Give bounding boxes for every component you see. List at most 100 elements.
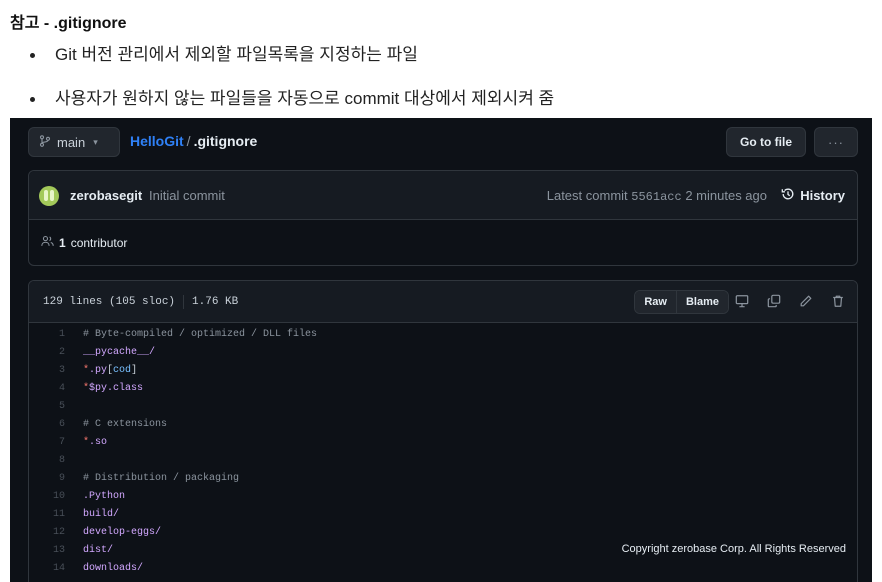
- code-line: 14 downloads/: [29, 560, 857, 578]
- commit-author[interactable]: zerobasegit: [70, 188, 142, 203]
- file-info: 129 lines (105 sloc) 1.76 KB: [43, 295, 238, 309]
- code-token: .py: [89, 365, 108, 376]
- line-number[interactable]: 9: [29, 470, 65, 488]
- code-token: downloads/: [83, 563, 144, 574]
- avatar[interactable]: [39, 186, 59, 206]
- code-line: 2 __pycache__/: [29, 344, 857, 362]
- raw-button[interactable]: Raw: [635, 291, 676, 313]
- line-number[interactable]: 2: [29, 344, 65, 362]
- breadcrumb-file: .gitignore: [193, 133, 258, 149]
- line-number[interactable]: 8: [29, 452, 65, 470]
- code-token: .Python: [83, 491, 126, 502]
- line-number[interactable]: 14: [29, 560, 65, 578]
- line-content: dist/: [65, 542, 113, 560]
- branch-icon: [39, 134, 51, 150]
- line-content: *.py[cod]: [65, 362, 137, 380]
- reference-note: 참고 - .gitignore Git 버전 관리에서 제외할 파일목록을 지정…: [0, 0, 882, 118]
- kebab-icon: ···: [828, 134, 844, 150]
- commit-sha[interactable]: 5561acc: [631, 190, 681, 204]
- file-actions: [735, 294, 845, 308]
- line-number[interactable]: 1: [29, 326, 65, 344]
- line-number[interactable]: 13: [29, 542, 65, 560]
- line-content: # Distribution / packaging: [65, 470, 239, 488]
- code-token: dist/: [83, 545, 114, 556]
- note-bullet: Git 버전 관리에서 제외할 파일목록을 지정하는 파일: [28, 44, 554, 88]
- file-size: 1.76 KB: [192, 296, 239, 308]
- breadcrumb: HelloGit / .gitignore: [130, 133, 257, 149]
- line-content: *.so: [65, 434, 107, 452]
- desktop-icon[interactable]: [735, 294, 749, 308]
- code-line: 4 *$py.class: [29, 380, 857, 398]
- branch-selector-button[interactable]: main ▾: [28, 127, 120, 157]
- people-icon: [41, 235, 54, 250]
- line-content: __pycache__/: [65, 344, 155, 362]
- contributors-count: 1: [59, 235, 66, 250]
- latest-commit-row: zerobasegit Initial commit Latest commit…: [29, 171, 857, 220]
- code-token: $py.class: [89, 383, 144, 394]
- file-header: 129 lines (105 sloc) 1.76 KB Raw Blame: [29, 281, 857, 323]
- file-lines-info: 129 lines (105 sloc): [43, 296, 176, 308]
- code-line: 11 build/: [29, 506, 857, 524]
- latest-commit-label: Latest commit: [546, 188, 628, 203]
- latest-commit-info: Latest commit 5561acc 2 minutes ago: [547, 188, 767, 204]
- line-number[interactable]: 11: [29, 506, 65, 524]
- note-title: 참고 - .gitignore: [10, 15, 127, 32]
- github-file-view: main ▾ HelloGit / .gitignore Go to file ··…: [10, 118, 872, 582]
- line-number[interactable]: 7: [29, 434, 65, 452]
- code-line: 6 # C extensions: [29, 416, 857, 434]
- code-token: # C extensions: [83, 419, 168, 430]
- code-token: cod: [113, 365, 132, 376]
- line-content: downloads/: [65, 560, 143, 578]
- line-content: # Byte-compiled / optimized / DLL files: [65, 326, 317, 344]
- contributors-link[interactable]: 1 contributor: [41, 235, 127, 250]
- code-line: 1 # Byte-compiled / optimized / DLL files: [29, 326, 857, 344]
- code-line: 5: [29, 398, 857, 416]
- breadcrumb-repo-link[interactable]: HelloGit: [130, 133, 184, 149]
- code-line: 10 .Python: [29, 488, 857, 506]
- chevron-down-icon: ▾: [93, 136, 98, 147]
- code-view[interactable]: 1 # Byte-compiled / optimized / DLL files…: [29, 324, 857, 578]
- code-line: 8: [29, 452, 857, 470]
- breadcrumb-separator: /: [186, 133, 191, 149]
- file-nav-bar: main ▾ HelloGit / .gitignore Go to file ··…: [28, 127, 858, 157]
- line-number[interactable]: 10: [29, 488, 65, 506]
- line-content: develop-eggs/: [65, 524, 161, 542]
- raw-blame-group: Raw Blame: [634, 290, 729, 314]
- code-token: __pycache__/: [83, 347, 156, 358]
- commit-message[interactable]: Initial commit: [149, 188, 225, 203]
- go-to-file-button[interactable]: Go to file: [726, 127, 806, 157]
- code-line: 9 # Distribution / packaging: [29, 470, 857, 488]
- code-line: 7 *.so: [29, 434, 857, 452]
- line-content: [65, 398, 83, 416]
- file-content-box: 129 lines (105 sloc) 1.76 KB Raw Blame 1…: [28, 280, 858, 582]
- line-number[interactable]: 4: [29, 380, 65, 398]
- history-label: History: [800, 188, 845, 203]
- commit-box: zerobasegit Initial commit Latest commit…: [28, 170, 858, 266]
- code-line: 3 *.py[cod]: [29, 362, 857, 380]
- copy-icon[interactable]: [767, 294, 781, 308]
- pencil-icon[interactable]: [799, 294, 813, 308]
- divider: [183, 295, 185, 309]
- line-number[interactable]: 12: [29, 524, 65, 542]
- history-icon: [781, 187, 795, 204]
- trash-icon[interactable]: [831, 294, 845, 308]
- line-number[interactable]: 3: [29, 362, 65, 380]
- line-content: *$py.class: [65, 380, 143, 398]
- history-button[interactable]: History: [781, 187, 845, 204]
- code-token: # Distribution / packaging: [83, 473, 240, 484]
- code-token: # Byte-compiled / optimized / DLL files: [83, 329, 318, 340]
- blame-button[interactable]: Blame: [675, 291, 728, 313]
- copyright-text: Copyright zerobase Corp. All Rights Rese…: [621, 543, 846, 555]
- code-token: ]: [131, 365, 138, 376]
- code-token: .so: [89, 437, 108, 448]
- line-number[interactable]: 5: [29, 398, 65, 416]
- contributors-label: contributor: [70, 235, 128, 250]
- line-number[interactable]: 6: [29, 416, 65, 434]
- more-options-button[interactable]: ···: [814, 127, 858, 157]
- branch-name: main: [57, 134, 86, 150]
- code-token: build/: [83, 509, 120, 520]
- line-content: .Python: [65, 488, 125, 506]
- line-content: # C extensions: [65, 416, 167, 434]
- code-line: 12 develop-eggs/: [29, 524, 857, 542]
- commit-time: 2 minutes ago: [685, 188, 767, 203]
